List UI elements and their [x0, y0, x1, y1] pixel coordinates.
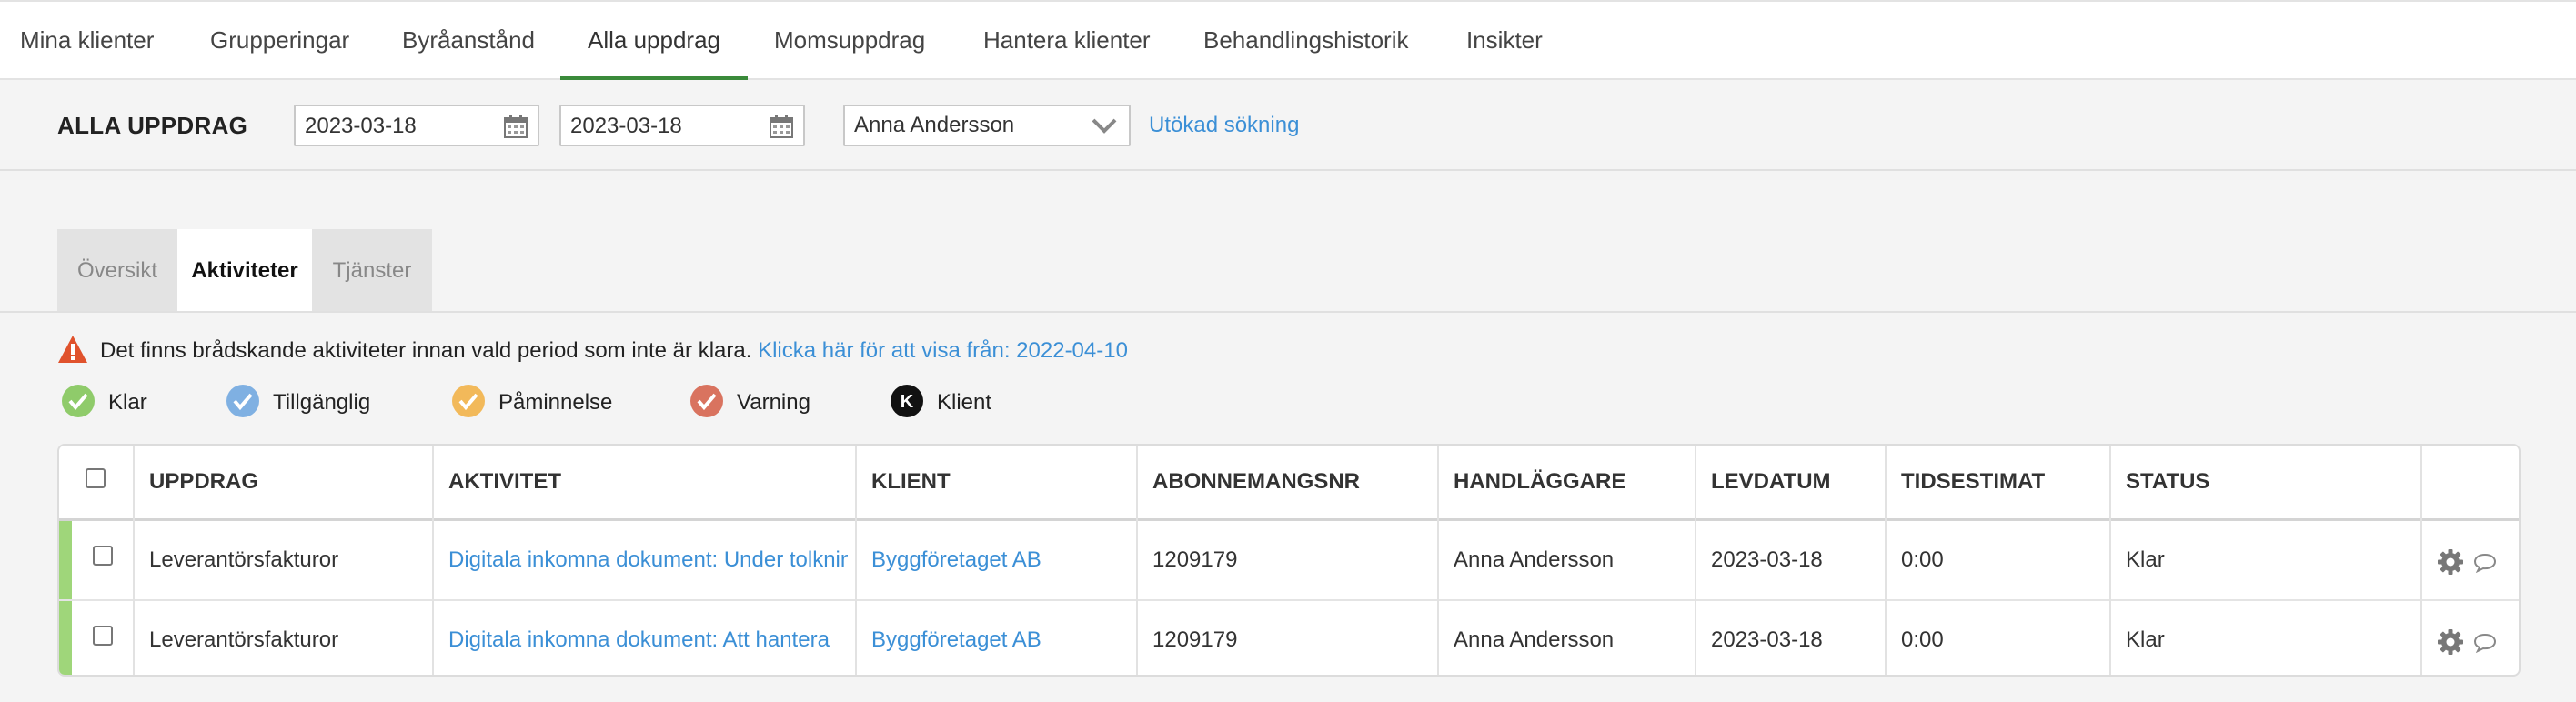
tab-tjanster[interactable]: Tjänster [312, 229, 432, 313]
chevron-down-icon [1092, 118, 1117, 134]
row-actions [2437, 628, 2497, 656]
gear-icon[interactable] [2437, 548, 2464, 576]
cell-tidsestimat: 0:00 [1901, 547, 1944, 572]
cell-abonnemangsnr: 1209179 [1152, 627, 1238, 652]
comment-icon[interactable] [2473, 553, 2497, 573]
filter-bar: ALLA UPPDRAG Anna Andersson [0, 80, 2576, 171]
column-separator [1695, 446, 1696, 675]
column-header-aktivitet[interactable]: AKTIVITET [433, 446, 855, 518]
date-from-field[interactable] [294, 105, 539, 146]
column-header-status[interactable]: STATUS [2110, 446, 2420, 518]
column-header-tidsestimat[interactable]: TIDSESTIMAT [1886, 446, 2109, 518]
column-separator [2109, 446, 2111, 675]
alert-message: Det finns brådskande aktiviteter innan v… [100, 338, 752, 363]
row-checkbox[interactable] [93, 626, 113, 646]
legend-label: Tillgänglig [273, 390, 371, 415]
nav-item-momsuppdrag[interactable]: Momsuppdrag [774, 2, 925, 80]
check-circle-green-icon [62, 385, 95, 417]
gear-icon[interactable] [2437, 628, 2464, 656]
tab-oversikt[interactable]: Översikt [57, 229, 177, 313]
date-to-input[interactable] [569, 112, 754, 141]
comment-icon[interactable] [2473, 633, 2497, 653]
legend-label: Påminnelse [498, 390, 613, 415]
table-row[interactable]: Leverantörsfakturor Digitala inkomna dok… [59, 521, 2519, 601]
cell-tidsestimat: 0:00 [1901, 627, 1944, 652]
column-header-abonnemangsnr[interactable]: ABONNEMANGSNR [1137, 446, 1437, 518]
column-header-levdatum[interactable]: LEVDATUM [1696, 446, 1885, 518]
table-header-row: UPPDRAG AKTIVITET KLIENT ABONNEMANGSNR H… [59, 446, 2519, 521]
column-separator [1437, 446, 1439, 675]
column-header-uppdrag[interactable]: UPPDRAG [134, 446, 432, 518]
tabs-divider [0, 311, 2576, 313]
cell-klient-link[interactable]: Byggföretaget AB [856, 521, 1136, 599]
column-separator [432, 446, 434, 675]
cell-handlaggare: Anna Andersson [1454, 627, 1615, 652]
cell-aktivitet-link[interactable]: Digitala inkomna dokument: Under tolknin… [433, 521, 848, 599]
handler-select[interactable]: Anna Andersson [843, 105, 1131, 146]
check-circle-red-icon [690, 385, 723, 417]
legend-label: Klar [108, 390, 147, 415]
nav-item-mina-klienter[interactable]: Mina klienter [20, 2, 154, 80]
handler-select-value: Anna Andersson [854, 113, 1015, 137]
row-actions [2437, 548, 2497, 576]
nav-item-behandlingshistorik[interactable]: Behandlingshistorik [1203, 2, 1408, 80]
check-circle-orange-icon [452, 385, 485, 417]
nav-item-byraanstand[interactable]: Byråanstånd [402, 2, 535, 80]
column-separator [1136, 446, 1138, 675]
cell-levdatum: 2023-03-18 [1711, 547, 1823, 572]
cell-status: Klar [2126, 627, 2165, 652]
check-circle-blue-icon [226, 385, 259, 417]
tab-aktiviteter[interactable]: Aktiviteter [177, 229, 312, 313]
top-navigation: Mina klienter Grupperingar Byråanstånd A… [0, 0, 2576, 80]
column-header-handlaggare[interactable]: HANDLÄGGARE [1438, 446, 1695, 518]
cell-uppdrag: Leverantörsfakturor [149, 547, 339, 572]
nav-item-insikter[interactable]: Insikter [1466, 2, 1543, 80]
calendar-icon[interactable] [503, 114, 528, 139]
warning-icon [58, 336, 87, 363]
row-checkbox[interactable] [93, 546, 113, 566]
column-separator [2420, 446, 2422, 675]
nav-item-alla-uppdrag[interactable]: Alla uppdrag [588, 2, 720, 80]
legend-label: Klient [937, 390, 992, 415]
legend-label: Varning [737, 390, 810, 415]
row-status-indicator [59, 521, 72, 599]
advanced-search-link[interactable]: Utökad sökning [1149, 80, 1299, 171]
nav-item-hantera-klienter[interactable]: Hantera klienter [983, 2, 1151, 80]
cell-klient-link[interactable]: Byggföretaget AB [856, 601, 1136, 675]
cell-uppdrag: Leverantörsfakturor [149, 627, 339, 652]
alert-show-from-link[interactable]: Klicka här för att visa från: 2022-04-10 [758, 338, 1128, 363]
column-separator [133, 446, 135, 675]
table-row[interactable]: Leverantörsfakturor Digitala inkomna dok… [59, 601, 2519, 675]
date-to-field[interactable] [559, 105, 805, 146]
nav-item-grupperingar[interactable]: Grupperingar [210, 2, 349, 80]
date-from-input[interactable] [303, 112, 488, 141]
cell-handlaggare: Anna Andersson [1454, 547, 1615, 572]
column-separator [855, 446, 857, 675]
activities-table: UPPDRAG AKTIVITET KLIENT ABONNEMANGSNR H… [57, 444, 2521, 677]
calendar-icon[interactable] [769, 114, 794, 139]
row-status-indicator [59, 601, 72, 675]
client-icon-letter: K [901, 392, 914, 412]
cell-aktivitet-link[interactable]: Digitala inkomna dokument: Att hantera [433, 601, 848, 675]
select-all-checkbox[interactable] [86, 468, 106, 488]
page-title: ALLA UPPDRAG [57, 112, 248, 139]
cell-status: Klar [2126, 547, 2165, 572]
client-k-icon: K [891, 385, 923, 417]
column-header-klient[interactable]: KLIENT [856, 446, 1136, 518]
cell-abonnemangsnr: 1209179 [1152, 547, 1238, 572]
cell-levdatum: 2023-03-18 [1711, 627, 1823, 652]
column-separator [1885, 446, 1887, 675]
